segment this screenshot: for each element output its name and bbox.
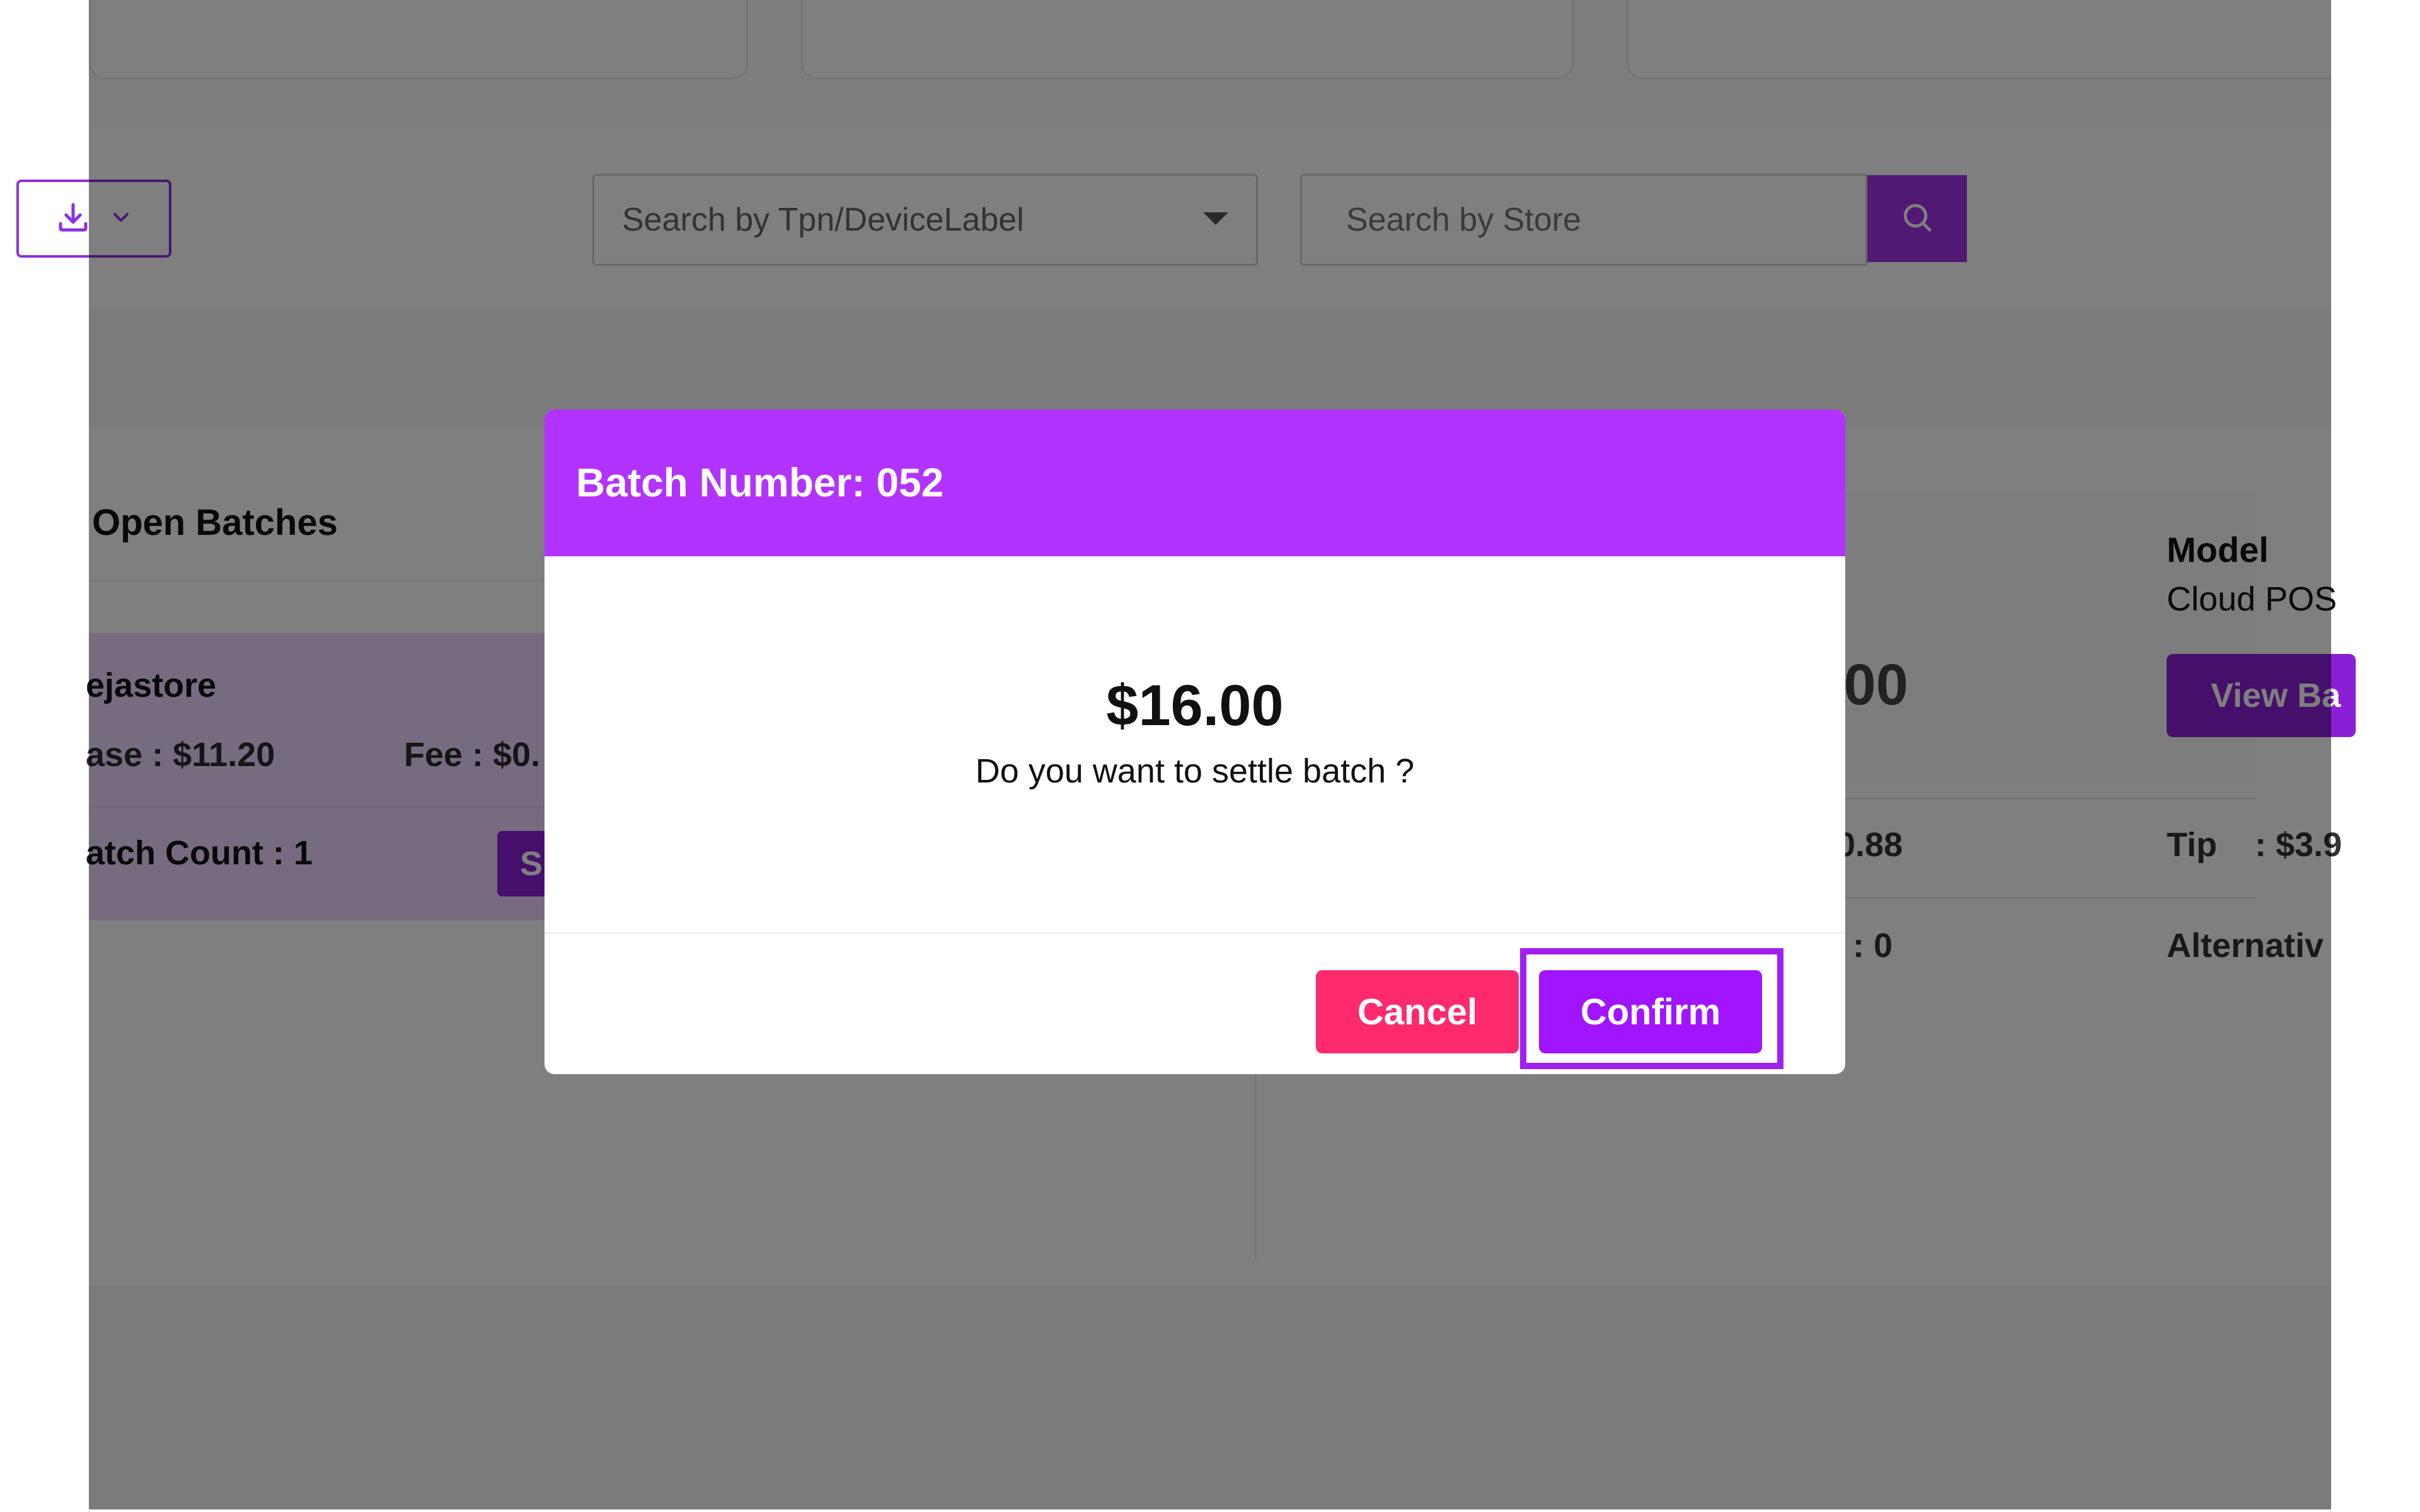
settle-amount: $16.00 (1106, 673, 1284, 738)
settle-question: Do you want to settle batch ? (975, 752, 1415, 790)
modal-header: Batch Number: 052 (544, 410, 1845, 556)
modal-footer-divider (544, 932, 1845, 934)
cancel-button[interactable]: Cancel (1316, 970, 1519, 1053)
modal-title: Batch Number: 052 (576, 460, 944, 505)
download-icon (54, 198, 92, 239)
confirm-button[interactable]: Confirm (1539, 970, 1762, 1053)
settle-batch-modal: Batch Number: 052 $16.00 Do you want to … (544, 410, 1845, 1074)
